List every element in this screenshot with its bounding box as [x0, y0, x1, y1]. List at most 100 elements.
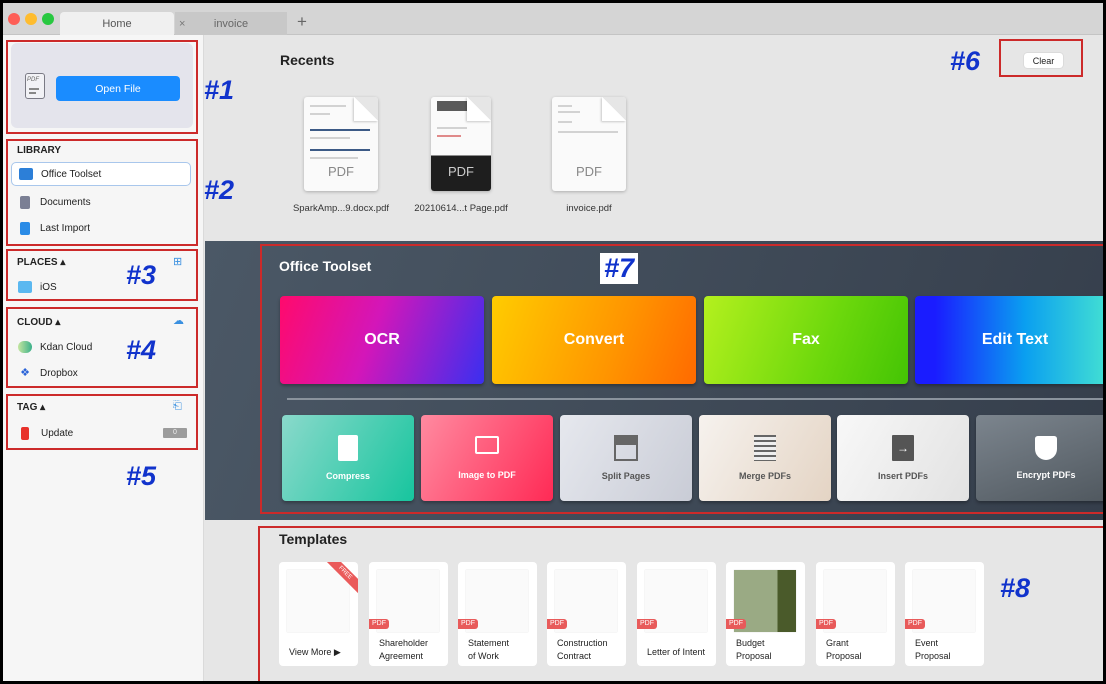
recent-file-name: SparkAmp...9.docx.pdf: [292, 203, 390, 214]
tool-label: Convert: [563, 331, 625, 348]
templates-title: Templates: [279, 531, 348, 547]
recent-file[interactable]: PDF invoice.pdf: [529, 97, 649, 214]
ocr-tool-button[interactable]: OCR: [280, 296, 484, 384]
encrypt-pdfs-tool-button[interactable]: Encrypt PDFs: [976, 415, 1103, 501]
recent-file[interactable]: PDF 20210614...t Page.pdf: [401, 97, 521, 214]
template-label-line: Construction: [557, 638, 608, 648]
template-card[interactable]: PDF Shareholder Agreement: [369, 562, 448, 666]
template-label-line: Proposal: [736, 651, 772, 661]
recent-file-name: invoice.pdf: [566, 203, 612, 214]
view-more-templates-button[interactable]: FREE View More ▶: [279, 562, 358, 666]
recents-title: Recents: [280, 52, 335, 68]
template-label: View More ▶: [289, 647, 341, 657]
template-card[interactable]: PDF Event Proposal: [905, 562, 984, 666]
template-label: Grant Proposal: [826, 637, 862, 663]
zip-file-icon: [338, 435, 358, 461]
tag-icon: [21, 426, 29, 440]
template-label-line: Letter of Intent: [647, 647, 706, 657]
sidebar-item-documents[interactable]: Documents: [11, 190, 191, 214]
minimize-window-button[interactable]: [25, 13, 37, 25]
add-folder-icon[interactable]: ⊞: [173, 255, 182, 268]
sidebar-item-label: Dropbox: [40, 367, 78, 379]
template-label-line: Shareholder: [379, 638, 429, 648]
template-label-line: of Work: [468, 651, 499, 661]
image-to-pdf-icon: [475, 436, 499, 454]
close-window-button[interactable]: [8, 13, 20, 25]
tool-label: Compress: [325, 471, 370, 481]
open-file-panel: PDF Open File: [11, 43, 193, 128]
template-card[interactable]: PDF Statement of Work: [458, 562, 537, 666]
sidebar-item-label: iOS: [40, 281, 57, 293]
pdf-thumbnail: PDF: [431, 97, 491, 191]
office-toolset-title: Office Toolset: [279, 258, 372, 274]
sidebar: PDF Open File LIBRARY Office Toolset Doc…: [3, 35, 204, 681]
insert-pdfs-tool-button[interactable]: → Insert PDFs: [837, 415, 969, 501]
convert-tool-button[interactable]: Convert: [492, 296, 696, 384]
edit-text-tool-button[interactable]: Edit Text: [915, 296, 1103, 384]
template-card[interactable]: PDF Budget Proposal: [726, 562, 805, 666]
template-label-line: Agreement: [379, 651, 424, 661]
fax-tool-button[interactable]: Fax: [704, 296, 908, 384]
annotation-label: #4: [126, 335, 157, 365]
template-card[interactable]: PDF Construction Contract: [547, 562, 626, 666]
sidebar-item-last-import[interactable]: Last Import: [11, 216, 191, 240]
tag-title: TAG ▴: [17, 402, 46, 413]
zoom-window-button[interactable]: [42, 13, 54, 25]
file-type-label: PDF: [576, 164, 602, 179]
annotation-label: #7: [600, 253, 639, 284]
pdf-badge: PDF: [905, 619, 925, 629]
template-label-line: Grant: [826, 638, 849, 648]
annotation-label: #1: [204, 75, 235, 105]
clear-recents-button[interactable]: Clear: [1024, 53, 1063, 68]
template-label: Budget Proposal: [736, 637, 772, 663]
template-label-line: Proposal: [826, 651, 862, 661]
compress-tool-button[interactable]: Compress: [282, 415, 414, 501]
sidebar-item-label: Documents: [40, 196, 91, 208]
pdf-badge: PDF: [816, 619, 836, 629]
tab-label: Home: [102, 17, 132, 30]
sidebar-item-office-toolset[interactable]: Office Toolset: [11, 162, 191, 186]
image-to-pdf-tool-button[interactable]: Image to PDF: [421, 415, 553, 501]
template-label-line: Proposal: [915, 651, 951, 661]
pdf-badge: PDF: [458, 619, 478, 629]
template-label: Shareholder Agreement: [379, 637, 428, 663]
close-tab-icon[interactable]: ×: [179, 18, 185, 30]
new-tab-button[interactable]: +: [297, 12, 307, 32]
pdf-thumbnail: PDF: [552, 97, 626, 191]
split-pages-tool-button[interactable]: Split Pages: [560, 415, 692, 501]
app-window: Home × invoice + PDF Open File LIBRARY O…: [3, 3, 1103, 681]
cloud-title: CLOUD ▴: [17, 317, 61, 328]
template-label: Statement of Work: [468, 637, 509, 663]
add-tag-icon[interactable]: ⎗: [173, 400, 182, 413]
main-content: Recents Clear PDF SparkAmp...9.docx.pdf …: [205, 35, 1103, 681]
tool-label: Edit Text: [981, 331, 1049, 348]
tab-label: invoice: [213, 17, 249, 30]
split-pages-icon: [614, 435, 638, 461]
sidebar-item-ios[interactable]: iOS: [11, 275, 191, 299]
pdf-badge: PDF: [726, 619, 746, 629]
sidebar-item-kdan-cloud[interactable]: Kdan Cloud: [11, 335, 191, 359]
annotation-label: #5: [126, 461, 157, 491]
pdf-badge: PDF: [547, 619, 567, 629]
annotation-label: #3: [126, 260, 157, 290]
recent-file[interactable]: PDF SparkAmp...9.docx.pdf: [281, 97, 401, 214]
add-cloud-icon[interactable]: ☁: [173, 314, 184, 327]
sidebar-item-label: Office Toolset: [41, 168, 102, 180]
template-card[interactable]: PDF Grant Proposal: [816, 562, 895, 666]
sidebar-item-label: Last Import: [40, 222, 91, 234]
pdf-thumbnail: PDF: [304, 97, 378, 191]
documents-icon: [20, 195, 30, 209]
merge-pdfs-tool-button[interactable]: Merge PDFs: [699, 415, 831, 501]
tag-count-badge: 0: [163, 428, 187, 438]
tab-home[interactable]: Home: [60, 12, 174, 35]
template-label: Event Proposal: [915, 637, 951, 663]
open-file-button[interactable]: Open File: [56, 76, 180, 101]
tab-invoice[interactable]: × invoice: [175, 12, 287, 35]
template-card[interactable]: PDF Letter of Intent: [637, 562, 716, 666]
tool-label: OCR: [364, 331, 400, 348]
library-title: LIBRARY: [17, 145, 62, 156]
sidebar-item-dropbox[interactable]: ❖ Dropbox: [11, 361, 191, 385]
template-label-line: Contract: [557, 651, 592, 661]
file-type-label: PDF: [328, 164, 354, 179]
kdan-cloud-icon: [18, 341, 32, 353]
